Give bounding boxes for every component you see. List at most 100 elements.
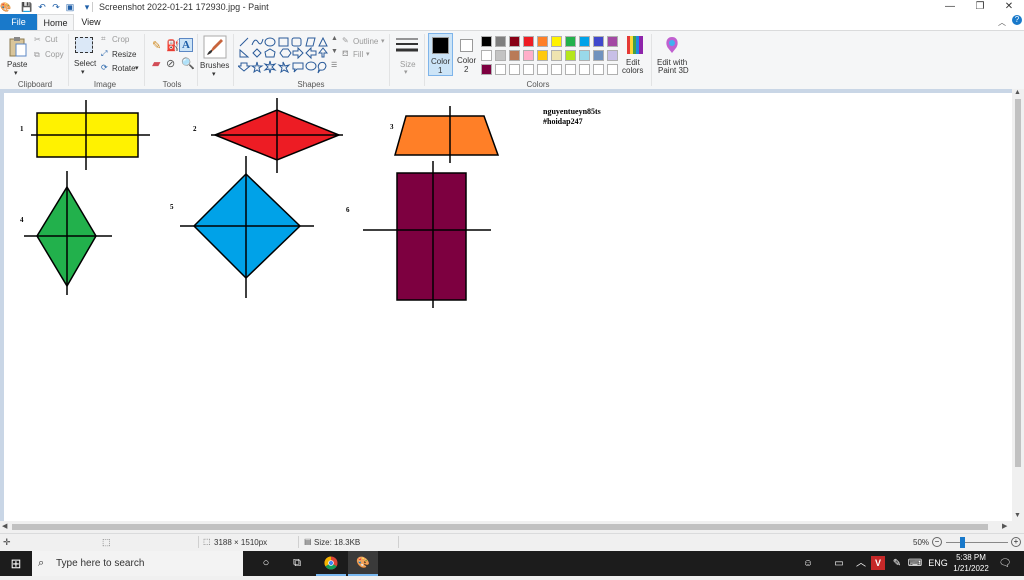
collapse-ribbon-icon[interactable]: ︿ — [998, 17, 1006, 28]
redo-icon[interactable]: ↷ — [51, 2, 61, 12]
palette-swatch[interactable] — [509, 50, 520, 61]
brushes-button[interactable]: Brushes ▾ — [200, 34, 230, 78]
notification-icon[interactable]: 🗨 — [996, 551, 1014, 576]
text-tool-icon[interactable]: A — [179, 38, 193, 52]
taskbar-search-box[interactable]: ⌕ Type here to search — [32, 551, 243, 576]
chrome-icon[interactable] — [316, 551, 346, 576]
scroll-down-icon[interactable]: ▼ — [1014, 512, 1021, 519]
pencil-icon[interactable]: ✎ — [152, 39, 161, 52]
palette-swatch[interactable] — [565, 36, 576, 47]
palette-swatch[interactable] — [565, 64, 576, 75]
palette-swatch[interactable] — [565, 50, 576, 61]
palette-swatch[interactable] — [481, 64, 492, 75]
shapes-gallery[interactable] — [238, 35, 330, 75]
outline-dropdown-icon[interactable]: ▾ — [381, 37, 385, 45]
close-button[interactable]: ✕ — [994, 0, 1024, 14]
undo-icon[interactable]: ↶ — [37, 2, 47, 12]
palette-swatch[interactable] — [607, 64, 618, 75]
fill-bucket-icon[interactable]: ⛽ — [166, 39, 180, 52]
zoom-out-icon[interactable]: − — [932, 537, 942, 547]
palette-swatch[interactable] — [523, 64, 534, 75]
maximize-button[interactable]: ❐ — [965, 0, 995, 14]
palette-swatch[interactable] — [509, 64, 520, 75]
zoom-in-icon[interactable]: + — [1011, 537, 1021, 547]
antivirus-icon[interactable]: V — [871, 556, 885, 570]
palette-swatch[interactable] — [481, 50, 492, 61]
palette-swatch[interactable] — [537, 64, 548, 75]
show-hidden-icons[interactable]: ︿ — [851, 551, 871, 576]
people-icon[interactable]: ☺ — [799, 551, 817, 576]
shapes-more-icon[interactable]: ☰ — [331, 61, 337, 69]
palette-swatch[interactable] — [537, 50, 548, 61]
cut-button[interactable]: Cut — [45, 35, 57, 44]
palette-swatch[interactable] — [579, 64, 590, 75]
paint-taskbar-icon[interactable]: 🎨 — [348, 551, 378, 576]
vertical-scrollbar[interactable]: ▲ ▼ — [1012, 89, 1024, 521]
language-indicator[interactable]: ENG — [926, 551, 950, 576]
clock-time[interactable]: 5:38 PM — [952, 553, 990, 562]
palette-swatch[interactable] — [607, 36, 618, 47]
paste-dropdown-icon[interactable]: ▾ — [14, 69, 18, 77]
palette-swatch[interactable] — [551, 36, 562, 47]
color2-button[interactable]: Color 2 — [455, 33, 480, 76]
keyboard-icon[interactable]: ⌨ — [906, 551, 924, 576]
horizontal-scrollbar[interactable]: ◀ ▶ — [0, 521, 1012, 533]
crop-button[interactable]: Crop — [112, 35, 129, 44]
edit-colors-button[interactable]: Edit colors — [622, 34, 647, 78]
size-dropdown-icon[interactable]: ▾ — [404, 68, 408, 76]
minimize-button[interactable]: — — [935, 0, 965, 14]
quick-access-icon[interactable]: ▣ — [65, 2, 75, 12]
palette-swatch[interactable] — [593, 64, 604, 75]
customize-quick-access-icon[interactable]: ▾ — [82, 2, 92, 12]
fill-dropdown-icon[interactable]: ▾ — [366, 50, 370, 58]
size-button[interactable]: Size ▾ — [394, 34, 419, 78]
fill-button[interactable]: Fill — [353, 50, 363, 59]
color1-button[interactable]: Color 1 — [428, 33, 453, 76]
palette-swatch[interactable] — [495, 64, 506, 75]
cortana-icon[interactable]: ○ — [254, 551, 278, 576]
zoom-slider-track[interactable] — [946, 542, 1008, 543]
palette-swatch[interactable] — [537, 36, 548, 47]
tab-file[interactable]: File — [0, 14, 37, 30]
scroll-left-icon[interactable]: ◀ — [2, 522, 7, 530]
shapes-scroll-down-icon[interactable]: ▼ — [331, 48, 338, 55]
palette-swatch[interactable] — [551, 50, 562, 61]
rotate-button[interactable]: Rotate — [112, 64, 136, 73]
palette-swatch[interactable] — [509, 36, 520, 47]
magnifier-icon[interactable]: 🔍 — [181, 57, 195, 70]
canvas-area[interactable]: 1 2 3 4 5 6 nguyentueyn85ts #hoidap247 — [0, 89, 1012, 521]
brushes-dropdown-icon[interactable]: ▾ — [212, 70, 216, 78]
shapes-scroll-up-icon[interactable]: ▲ — [331, 35, 338, 42]
vertical-scroll-thumb[interactable] — [1015, 99, 1021, 467]
tab-home[interactable]: Home — [37, 14, 74, 30]
clock-date[interactable]: 1/21/2022 — [950, 564, 992, 573]
palette-swatch[interactable] — [495, 50, 506, 61]
tab-view[interactable]: View — [78, 14, 104, 30]
copy-button[interactable]: Copy — [45, 50, 64, 59]
start-windows-icon[interactable]: ⊞ — [0, 551, 32, 576]
color-picker-icon[interactable]: ⊘ — [166, 57, 175, 70]
rotate-dropdown-icon[interactable]: ▾ — [135, 64, 139, 72]
palette-swatch[interactable] — [523, 50, 534, 61]
palette-swatch[interactable] — [579, 36, 590, 47]
select-button[interactable]: Select ▾ — [72, 34, 96, 78]
palette-swatch[interactable] — [607, 50, 618, 61]
scroll-right-icon[interactable]: ▶ — [1002, 522, 1007, 530]
scroll-up-icon[interactable]: ▲ — [1014, 89, 1021, 96]
edit-with-paint3d-button[interactable]: Edit with Paint 3D — [655, 34, 689, 78]
palette-swatch[interactable] — [551, 64, 562, 75]
drawing-canvas[interactable]: 1 2 3 4 5 6 nguyentueyn85ts #hoidap247 — [4, 93, 1012, 521]
resize-button[interactable]: Resize — [112, 50, 136, 59]
help-icon[interactable]: ? — [1012, 15, 1022, 25]
select-dropdown-icon[interactable]: ▾ — [81, 68, 85, 76]
ink-workspace-icon[interactable]: ▭ — [830, 551, 848, 576]
eraser-icon[interactable]: ▰ — [152, 57, 160, 70]
horizontal-scroll-thumb[interactable] — [12, 524, 988, 530]
palette-swatch[interactable] — [495, 36, 506, 47]
palette-swatch[interactable] — [523, 36, 534, 47]
zoom-slider-thumb[interactable] — [960, 537, 966, 548]
palette-swatch[interactable] — [579, 50, 590, 61]
paste-button[interactable]: Paste ▾ — [5, 34, 30, 78]
palette-swatch[interactable] — [593, 36, 604, 47]
save-icon[interactable]: 💾 — [21, 2, 32, 12]
